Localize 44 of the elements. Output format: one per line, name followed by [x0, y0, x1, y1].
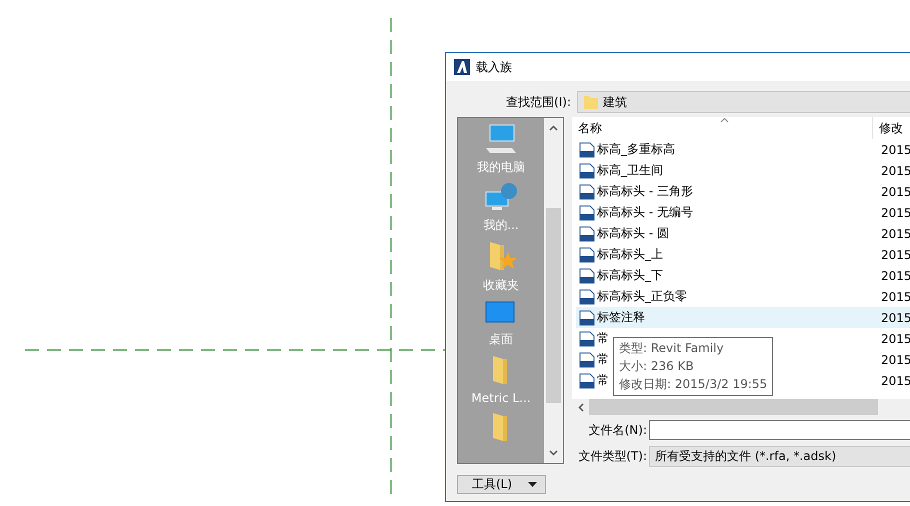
file-name: 标高标头 - 三角形	[597, 183, 693, 200]
file-name-label: 文件名(N):	[588, 422, 648, 438]
look-in-dropdown[interactable]: 建筑	[577, 91, 910, 113]
family-file-icon	[579, 330, 595, 346]
file-name: 标签注释	[597, 309, 645, 326]
file-name: 标高_卫生间	[597, 162, 663, 179]
family-file-icon	[579, 246, 595, 262]
file-name: 常	[597, 330, 609, 347]
file-name: 常	[597, 372, 609, 389]
file-name: 标高标头 - 无编号	[597, 204, 693, 221]
window-title: 载入族	[476, 58, 512, 76]
file-name: 标高标头_上	[597, 246, 663, 263]
file-type-dropdown[interactable]: 所有受支持的文件 (*.rfa, *.adsk)	[649, 446, 910, 466]
file-name: 标高标头_下	[597, 267, 663, 284]
network-computer-icon[interactable]	[484, 182, 518, 212]
file-name: 标高标头 - 圆	[597, 225, 669, 242]
tooltip-line: 修改日期: 2015/3/2 19:55	[619, 376, 768, 393]
file-name: 标高标头_正负零	[597, 288, 687, 305]
family-file-icon	[579, 288, 595, 304]
column-header[interactable]: 名称	[572, 117, 873, 139]
family-file-icon	[579, 372, 595, 388]
tooltip-line: 大小: 236 KB	[619, 358, 695, 375]
family-file-icon	[579, 204, 595, 220]
family-file-icon	[579, 226, 595, 242]
family-file-icon	[579, 162, 595, 178]
family-file-icon	[579, 310, 595, 326]
file-name: 标高_多重标高	[597, 141, 675, 158]
family-file-icon	[579, 142, 595, 158]
file-name-field[interactable]	[649, 420, 910, 440]
computer-icon[interactable]	[484, 124, 518, 154]
folder-icon	[583, 94, 599, 110]
column-header[interactable]: 修改	[873, 120, 903, 136]
tooltip-line: 类型: Revit Family	[619, 340, 725, 357]
app-logo-icon	[454, 59, 470, 75]
family-file-icon	[579, 184, 595, 200]
look-in-label: 查找范围(I):	[505, 94, 572, 110]
sort-caret-icon	[720, 117, 729, 123]
file-type-label: 文件类型(T):	[577, 448, 648, 464]
family-file-icon	[579, 352, 595, 368]
caret-icon	[528, 482, 537, 487]
horizontal-scrollbar[interactable]	[572, 399, 910, 415]
file-name: 常	[597, 351, 609, 368]
family-file-icon	[579, 268, 595, 284]
tools-button[interactable]: 工具(L)	[457, 475, 546, 494]
